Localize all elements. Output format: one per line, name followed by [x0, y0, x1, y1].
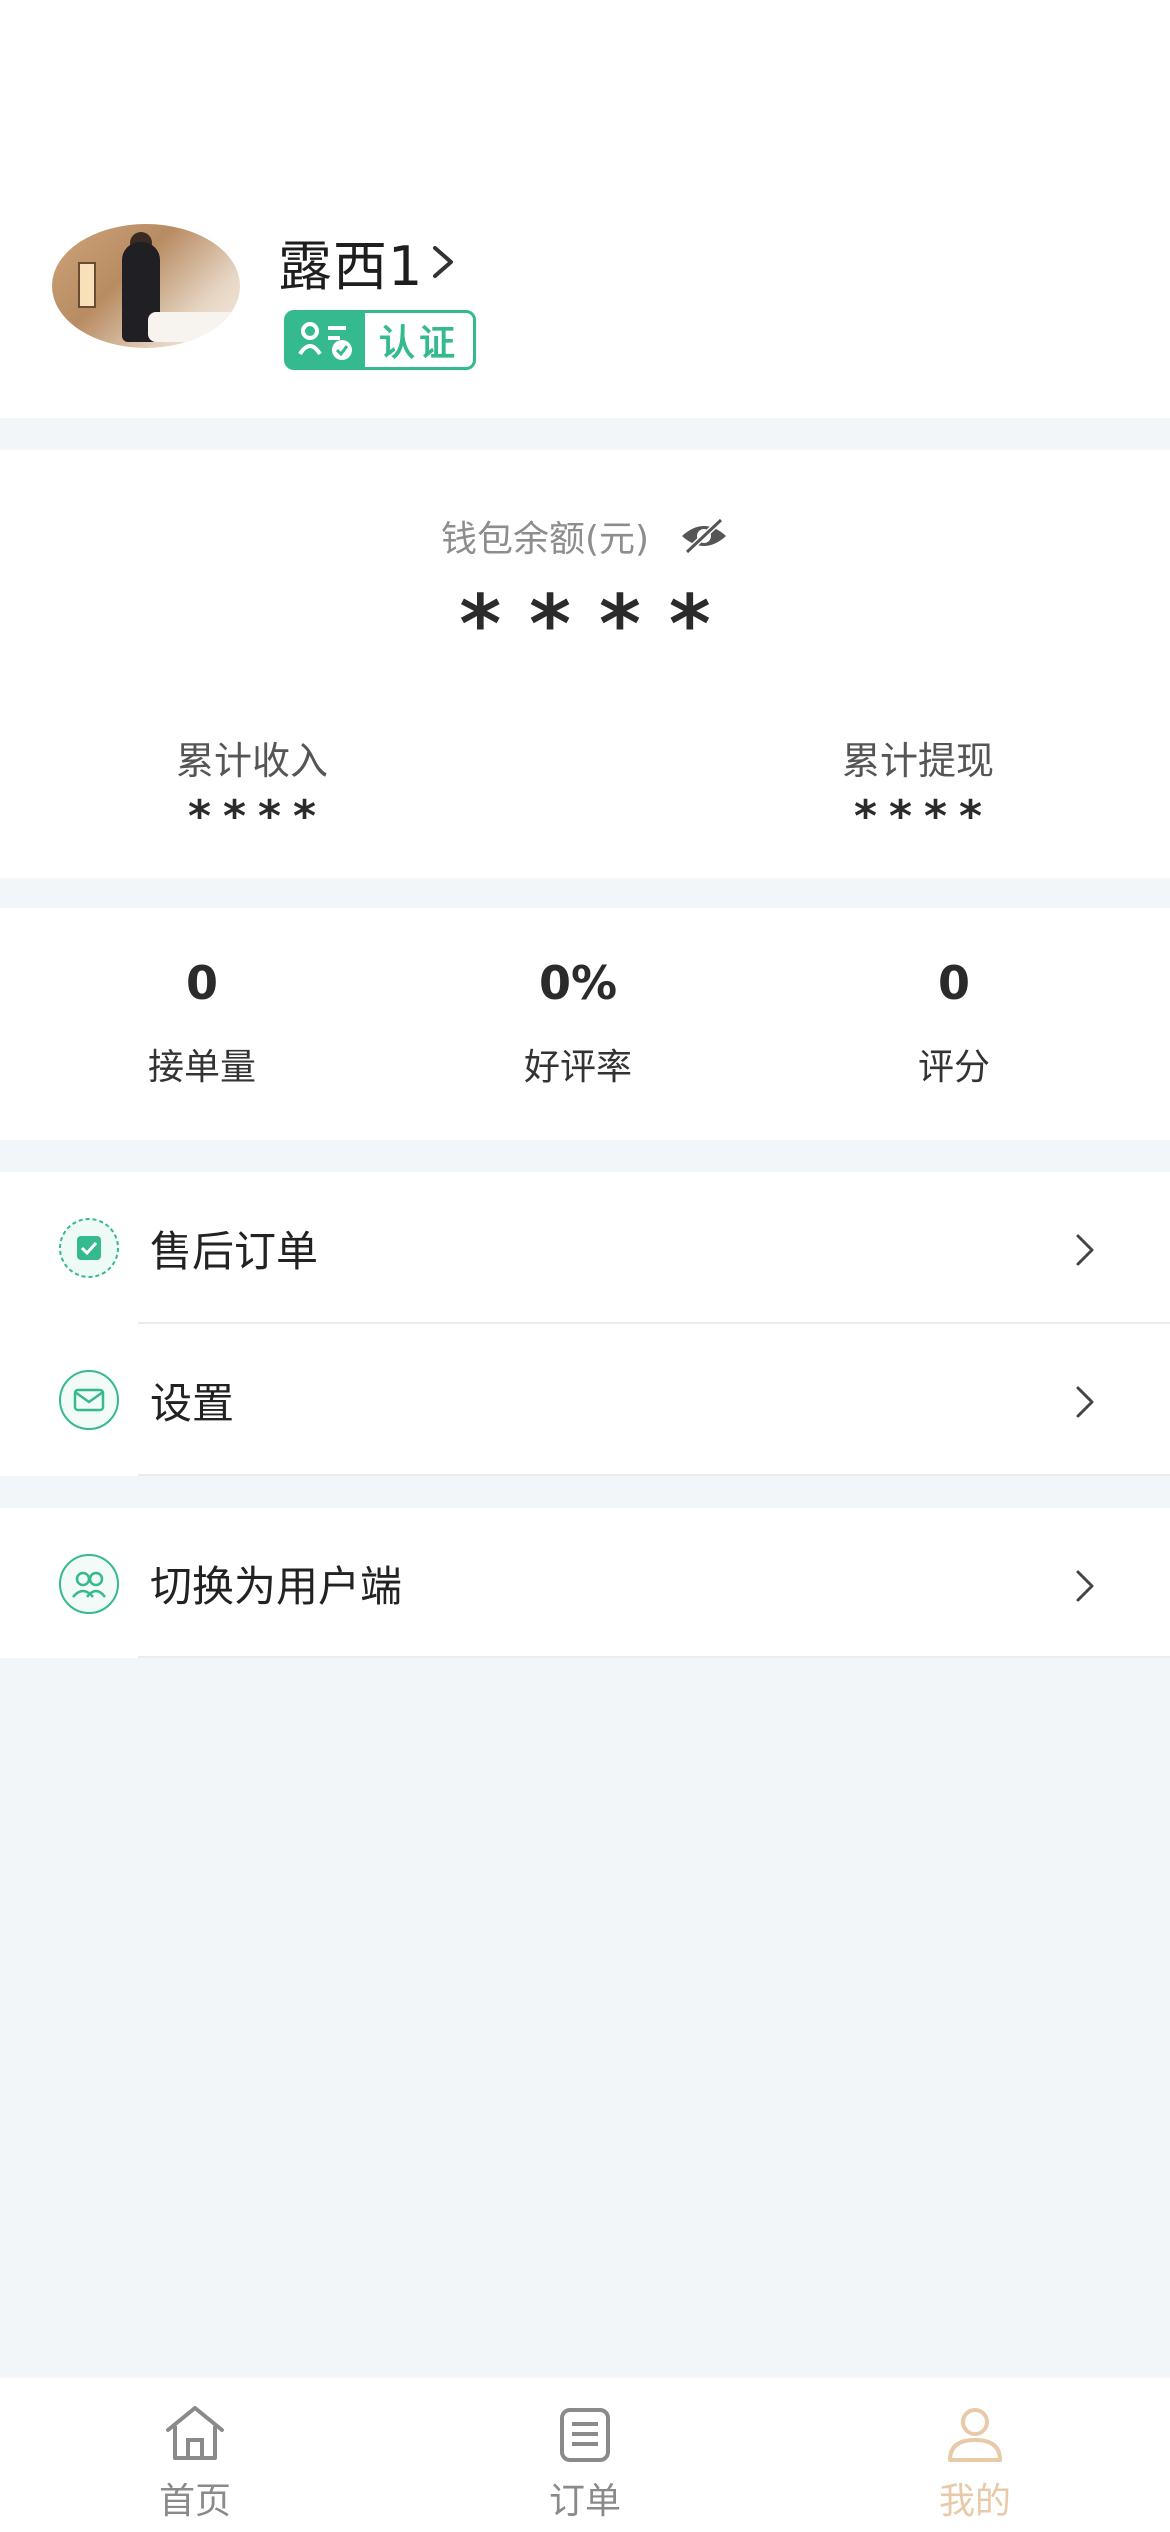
tab-home-label: 首页 [158, 2481, 231, 2522]
tab-mine[interactable]: 我的 [875, 2400, 1075, 2524]
id-card-icon [287, 313, 365, 367]
income-label: 累计收入 [175, 739, 328, 783]
chevron-right-icon [1076, 1386, 1094, 1418]
menu-label-switch-user: 切换为用户端 [150, 1561, 403, 1611]
order-count-value: 0 [185, 956, 218, 1010]
profile-name-link[interactable]: 露西1 [278, 222, 461, 301]
rating-value: 0 [937, 956, 970, 1010]
after-sales-icon [59, 1218, 119, 1278]
withdraw-value: **** [853, 791, 995, 842]
menu-item-after-sales[interactable]: 售后订单 [0, 1172, 1170, 1324]
menu-group-switch: 切换为用户端 [0, 1508, 1170, 1658]
user-icon [948, 2408, 1002, 2462]
profile-name: 露西1 [278, 235, 424, 298]
praise-rate-stat: 0% 好评率 [448, 956, 708, 1090]
chevron-right-icon [433, 245, 454, 278]
menu-item-settings[interactable]: 设置 [0, 1324, 1170, 1476]
bottom-tab-bar: 首页 订单 我的 [0, 2378, 1170, 2532]
rating-label: 评分 [917, 1047, 990, 1088]
wallet-card: 钱包余额(元) **** 累计收入 **** 累计提现 **** [0, 450, 1170, 878]
switch-user-icon [59, 1554, 119, 1614]
orders-icon [560, 2408, 610, 2462]
rating-stat: 0 评分 [824, 956, 1084, 1090]
avatar[interactable] [52, 224, 240, 348]
verified-label: 认证 [379, 323, 460, 364]
praise-rate-label: 好评率 [523, 1047, 632, 1088]
order-count-stat: 0 接单量 [72, 956, 332, 1090]
income-stat: 累计收入 **** [102, 730, 402, 842]
menu-label-settings: 设置 [150, 1378, 235, 1428]
menu-item-switch-user[interactable]: 切换为用户端 [0, 1508, 1170, 1658]
profile-header: 露西1 认证 [0, 0, 1170, 418]
chevron-right-icon [1076, 1570, 1094, 1602]
praise-rate-value: 0% [538, 956, 618, 1010]
income-value: **** [187, 791, 329, 842]
menu-label-after-sales: 售后订单 [150, 1226, 319, 1276]
eye-hidden-icon[interactable] [679, 516, 729, 556]
withdraw-stat: 累计提现 **** [768, 730, 1068, 842]
tab-mine-label: 我的 [938, 2481, 1011, 2522]
order-count-label: 接单量 [147, 1047, 256, 1088]
stats-card: 0 接单量 0% 好评率 0 评分 [0, 908, 1170, 1140]
verified-badge: 认证 [284, 310, 476, 370]
chevron-right-icon [1076, 1234, 1094, 1266]
menu-group-main: 售后订单 设置 [0, 1172, 1170, 1476]
wallet-balance: **** [459, 578, 739, 671]
tab-orders[interactable]: 订单 [485, 2400, 685, 2524]
tab-home[interactable]: 首页 [95, 2400, 295, 2524]
tab-orders-label: 订单 [548, 2481, 621, 2522]
wallet-title: 钱包余额(元) [440, 519, 650, 560]
home-icon [166, 2406, 224, 2460]
withdraw-label: 累计提现 [841, 739, 994, 783]
settings-icon [59, 1370, 119, 1430]
